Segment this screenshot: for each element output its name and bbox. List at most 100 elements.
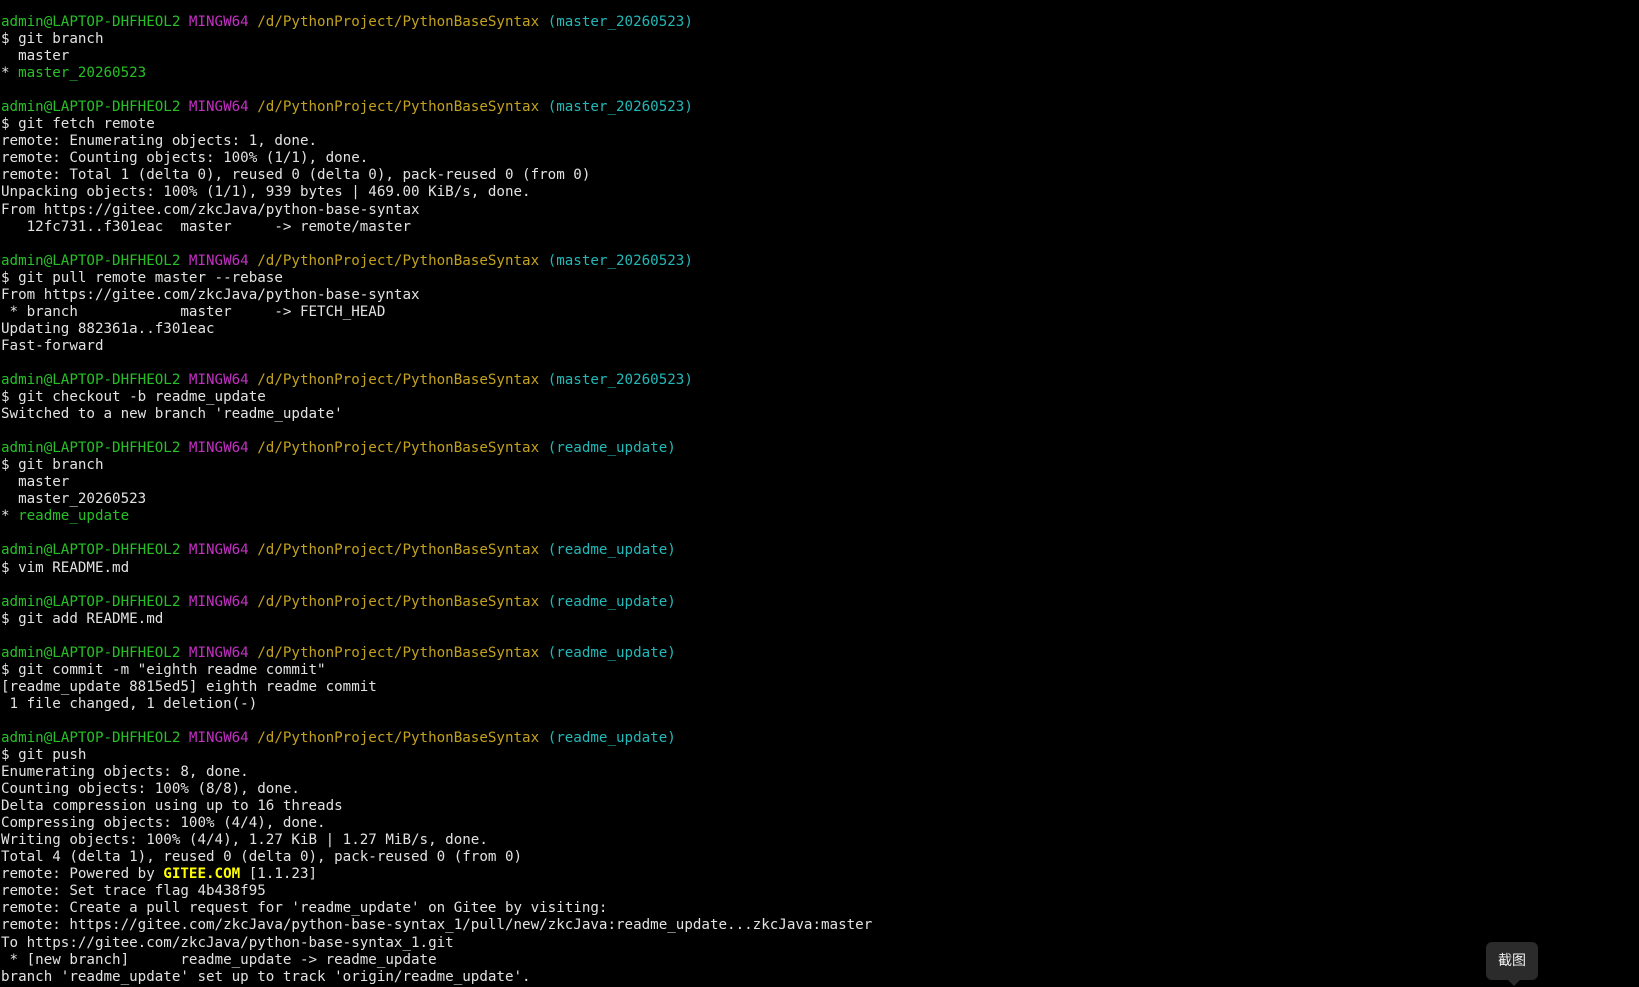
output-text: * [1, 508, 19, 525]
prompt-path: /d/PythonProject/PythonBaseSyntax [257, 252, 540, 269]
command-text: $ git pull remote master --rebase [1, 269, 283, 286]
command-text: $ git branch [1, 457, 104, 474]
output-text: * branch master -> FETCH_HEAD [1, 303, 386, 320]
output-line: Updating 882361a..f301eac [1, 321, 1631, 338]
prompt-path: /d/PythonProject/PythonBaseSyntax [257, 14, 540, 30]
prompt-branch: (master_20260523) [547, 371, 693, 388]
output-line: Compressing objects: 100% (4/4), done. [1, 815, 1631, 832]
output-line: remote: Create a pull request for 'readm… [1, 900, 1631, 917]
output-text: remote: Create a pull request for 'readm… [1, 900, 608, 917]
output-text: 1 file changed, 1 deletion(-) [1, 695, 258, 712]
prompt-env: MINGW64 [188, 593, 249, 610]
prompt-path: /d/PythonProject/PythonBaseSyntax [257, 593, 540, 610]
output-text: Writing objects: 100% (4/4), 1.27 KiB | … [1, 832, 488, 849]
output-line: Writing objects: 100% (4/4), 1.27 KiB | … [1, 832, 1631, 849]
output-text: * [1, 65, 19, 82]
prompt-env: MINGW64 [188, 14, 249, 30]
prompt-env: MINGW64 [188, 440, 249, 457]
current-branch-name: master_20260523 [18, 65, 147, 82]
output-line: master_20260523 [1, 491, 1631, 508]
prompt-path: /d/PythonProject/PythonBaseSyntax [257, 729, 540, 746]
current-branch-name: readme_update [18, 508, 130, 525]
terminal-window[interactable]: admin@LAPTOP-DHFHEOL2 MINGW64 /d/PythonP… [0, 0, 1639, 987]
output-text: * [new branch] readme_update -> readme_u… [1, 951, 437, 968]
prompt-env: MINGW64 [188, 371, 249, 388]
output-text: master_20260523 [1, 491, 147, 508]
prompt-line: admin@LAPTOP-DHFHEOL2 MINGW64 /d/PythonP… [1, 440, 1631, 457]
command-line: $ git push [1, 747, 1631, 764]
prompt-env: MINGW64 [188, 729, 249, 746]
highlight-text: GITEE.COM [163, 866, 241, 883]
command-text: $ git checkout -b readme_update [1, 389, 266, 406]
command-line: $ git checkout -b readme_update [1, 389, 1631, 406]
output-line: [readme_update 8815ed5] eighth readme co… [1, 679, 1631, 696]
output-line: master [1, 48, 1631, 65]
prompt-user-host: admin@LAPTOP-DHFHEOL2 [1, 14, 181, 30]
output-text: Switched to a new branch 'readme_update' [1, 406, 343, 423]
output-line: 1 file changed, 1 deletion(-) [1, 696, 1631, 713]
output-text: To https://gitee.com/zkcJava/python-base… [1, 934, 454, 951]
command-text: $ git branch [1, 31, 104, 48]
command-line: $ git fetch remote [1, 116, 1631, 133]
output-line: From https://gitee.com/zkcJava/python-ba… [1, 287, 1631, 304]
output-text: Fast-forward [1, 337, 104, 354]
output-text: From https://gitee.com/zkcJava/python-ba… [1, 201, 420, 218]
output-text: remote: Set trace flag 4b438f95 [1, 883, 266, 900]
prompt-line: admin@LAPTOP-DHFHEOL2 MINGW64 /d/PythonP… [1, 594, 1631, 611]
screenshot-button[interactable]: 截图 [1486, 942, 1538, 986]
output-text: master [1, 474, 70, 491]
prompt-user-host: admin@LAPTOP-DHFHEOL2 [1, 542, 181, 559]
output-line: Counting objects: 100% (8/8), done. [1, 781, 1631, 798]
output-line: * readme_update [1, 508, 1631, 525]
prompt-line: admin@LAPTOP-DHFHEOL2 MINGW64 /d/PythonP… [1, 253, 1631, 270]
prompt-branch: (readme_update) [547, 542, 676, 559]
prompt-env: MINGW64 [188, 644, 249, 661]
prompt-user-host: admin@LAPTOP-DHFHEOL2 [1, 729, 181, 746]
command-line: $ git commit -m "eighth readme commit" [1, 662, 1631, 679]
prompt-user-host: admin@LAPTOP-DHFHEOL2 [1, 252, 181, 269]
prompt-line: admin@LAPTOP-DHFHEOL2 MINGW64 /d/PythonP… [1, 99, 1631, 116]
terminal-output[interactable]: admin@LAPTOP-DHFHEOL2 MINGW64 /d/PythonP… [1, 14, 1631, 986]
prompt-branch: (readme_update) [547, 440, 676, 457]
prompt-user-host: admin@LAPTOP-DHFHEOL2 [1, 371, 181, 388]
output-text: Enumerating objects: 8, done. [1, 764, 249, 781]
output-text: Delta compression using up to 16 threads [1, 798, 343, 815]
output-line: 12fc731..f301eac master -> remote/master [1, 219, 1631, 236]
output-line: To https://gitee.com/zkcJava/python-base… [1, 935, 1631, 952]
prompt-branch: (readme_update) [547, 593, 676, 610]
command-line: $ git add README.md [1, 611, 1631, 628]
output-line: master [1, 474, 1631, 491]
prompt-branch: (master_20260523) [547, 14, 693, 30]
output-line: branch 'readme_update' set up to track '… [1, 969, 1631, 986]
output-text: Unpacking objects: 100% (1/1), 939 bytes… [1, 184, 531, 201]
prompt-env: MINGW64 [188, 542, 249, 559]
command-text: $ git commit -m "eighth readme commit" [1, 661, 326, 678]
output-text: Total 4 (delta 1), reused 0 (delta 0), p… [1, 849, 523, 866]
command-text: $ git fetch remote [1, 116, 155, 133]
output-text: From https://gitee.com/zkcJava/python-ba… [1, 286, 420, 303]
output-line: Switched to a new branch 'readme_update' [1, 406, 1631, 423]
prompt-path: /d/PythonProject/PythonBaseSyntax [257, 371, 540, 388]
output-text: Compressing objects: 100% (4/4), done. [1, 815, 326, 832]
command-line: $ vim README.md [1, 560, 1631, 577]
prompt-branch: (readme_update) [547, 729, 676, 746]
output-text: 12fc731..f301eac master -> remote/master [1, 218, 411, 235]
prompt-user-host: admin@LAPTOP-DHFHEOL2 [1, 440, 181, 457]
output-line: * master_20260523 [1, 65, 1631, 82]
output-line: remote: Powered by GITEE.COM [1.1.23] [1, 866, 1631, 883]
prompt-branch: (master_20260523) [547, 99, 693, 116]
output-line: Delta compression using up to 16 threads [1, 798, 1631, 815]
output-line: Fast-forward [1, 338, 1631, 355]
prompt-branch: (readme_update) [547, 644, 676, 661]
command-text: $ git add README.md [1, 610, 164, 627]
command-line: $ git pull remote master --rebase [1, 270, 1631, 287]
output-line: * branch master -> FETCH_HEAD [1, 304, 1631, 321]
prompt-line: admin@LAPTOP-DHFHEOL2 MINGW64 /d/PythonP… [1, 14, 1631, 31]
prompt-line: admin@LAPTOP-DHFHEOL2 MINGW64 /d/PythonP… [1, 372, 1631, 389]
prompt-user-host: admin@LAPTOP-DHFHEOL2 [1, 644, 181, 661]
